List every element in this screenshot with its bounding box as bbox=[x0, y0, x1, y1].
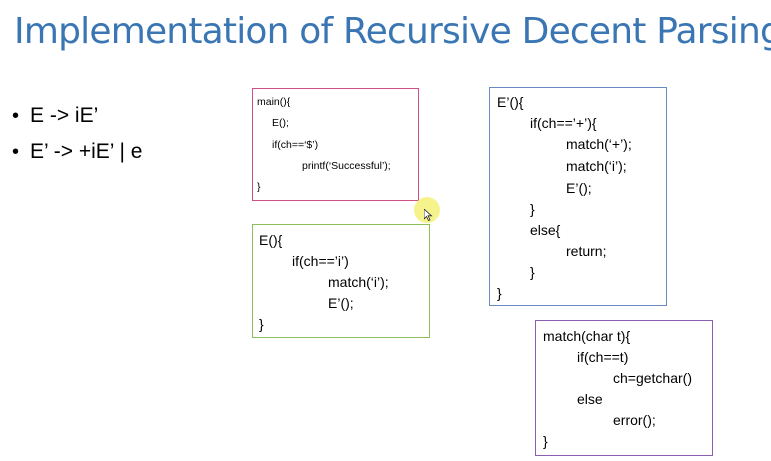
grammar-rule-1: • E -> iE’ bbox=[12, 98, 142, 134]
match-function-code-box: match(char t){ if(ch==t) ch=getchar() el… bbox=[535, 320, 713, 456]
eprime-code-line-5: E’(); bbox=[566, 180, 592, 196]
eprime-code-line-8: return; bbox=[566, 243, 607, 259]
match-code-line-6: } bbox=[543, 433, 548, 449]
grammar-rule-1-text: E -> iE’ bbox=[30, 104, 99, 127]
main-code-line-1: main(){ bbox=[257, 96, 291, 108]
e-code-line-2: if(ch==’i’) bbox=[292, 253, 349, 269]
eprime-code-line-6: } bbox=[530, 201, 535, 217]
match-code-line-2: if(ch==t) bbox=[577, 349, 629, 365]
match-code-line-5: error(); bbox=[613, 412, 656, 428]
grammar-bullet-list: • E -> iE’ • E’ -> +iE’ | e bbox=[12, 98, 142, 170]
eprime-code-line-9: } bbox=[530, 264, 535, 280]
main-function-code-box: main(){ E(); if(ch==‘$’) printf(‘Success… bbox=[252, 88, 419, 201]
main-code-line-5: } bbox=[257, 181, 261, 193]
main-code-line-4: printf(‘Successful’); bbox=[302, 160, 391, 172]
slide-title: Implementation of Recursive Decent Parsi… bbox=[14, 11, 771, 52]
mouse-pointer-icon bbox=[424, 209, 433, 221]
e-code-line-3: match(‘i’); bbox=[328, 274, 389, 290]
e-prime-function-code-box: E’(){ if(ch==’+’){ match(‘+’); match(‘i’… bbox=[489, 87, 667, 306]
eprime-code-line-7: else{ bbox=[530, 222, 561, 238]
e-code-line-1: E(){ bbox=[259, 232, 283, 248]
eprime-code-line-3: match(‘+’); bbox=[566, 136, 632, 152]
grammar-rule-2-text: E’ -> +iE’ | e bbox=[30, 140, 143, 163]
bullet-dot-icon: • bbox=[12, 140, 20, 163]
eprime-code-line-2: if(ch==’+’){ bbox=[530, 115, 597, 131]
eprime-code-line-4: match(‘i’); bbox=[566, 158, 627, 174]
e-code-line-5: } bbox=[259, 316, 264, 332]
match-code-line-1: match(char t){ bbox=[543, 328, 631, 344]
match-code-line-4: else bbox=[577, 391, 603, 407]
main-code-line-2: E(); bbox=[272, 117, 289, 129]
eprime-code-line-10: } bbox=[497, 285, 502, 301]
grammar-rule-2: • E’ -> +iE’ | e bbox=[12, 134, 142, 170]
e-function-code-box: E(){ if(ch==’i’) match(‘i’); E’(); } bbox=[252, 224, 430, 338]
bullet-dot-icon: • bbox=[12, 104, 20, 127]
main-code-line-3: if(ch==‘$’) bbox=[272, 139, 319, 151]
eprime-code-line-1: E’(){ bbox=[497, 94, 524, 110]
e-code-line-4: E’(); bbox=[328, 295, 354, 311]
match-code-line-3: ch=getchar() bbox=[613, 370, 692, 386]
